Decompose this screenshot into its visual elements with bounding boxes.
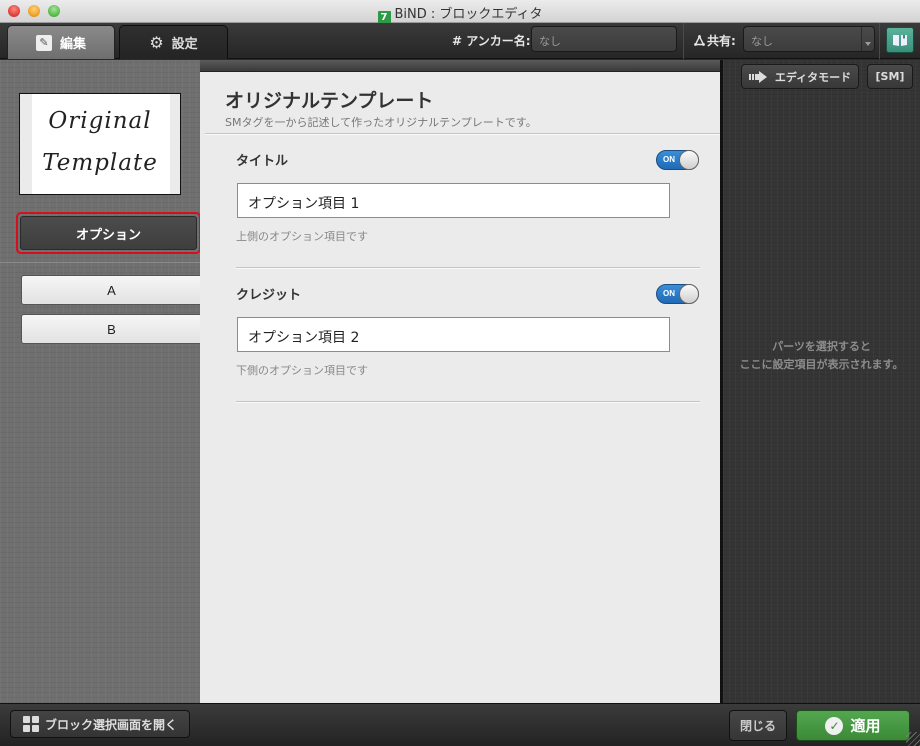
credit-toggle[interactable]: ON xyxy=(656,284,699,304)
title-bar: 7 BiND : ブロックエディタ xyxy=(0,0,920,25)
section-label: クレジット xyxy=(236,288,302,303)
grid-icon xyxy=(22,716,39,732)
credit-input[interactable]: オプション項目 2 xyxy=(237,317,670,352)
window-title: BiND : ブロックエディタ xyxy=(394,7,543,22)
part-item-b[interactable]: B xyxy=(21,314,201,344)
resize-grip[interactable] xyxy=(906,732,920,746)
message-line-1: パーツを選択すると xyxy=(772,340,871,353)
title-divider xyxy=(205,133,720,135)
editor-mode-label: エディタモード xyxy=(774,70,852,84)
thumbnail-text-line2: Template xyxy=(42,150,158,176)
share-select-value: なし xyxy=(751,35,773,48)
center-top-strip xyxy=(200,60,720,72)
open-block-select-button[interactable]: ブロック選択画面を開く xyxy=(10,710,190,738)
section-help: 下側のオプション項目です xyxy=(236,364,368,377)
chevron-down-icon xyxy=(861,27,874,51)
close-button[interactable]: 閉じる xyxy=(729,710,787,741)
panel-subtitle: SMタグを一から記述して作ったオリジナルテンプレートです。 xyxy=(225,116,537,129)
section-help: 上側のオプション項目です xyxy=(236,230,368,243)
toolbar-divider xyxy=(879,23,880,59)
gear-icon: ⚙ xyxy=(149,32,164,52)
book-icon xyxy=(893,35,907,46)
bottom-bar: ブロック選択画面を開く 閉じる ✓ 適用 xyxy=(0,703,920,746)
toggle-state: ON xyxy=(663,289,675,298)
template-thumbnail[interactable]: Original Template xyxy=(19,93,181,195)
share-label-text: 共有: xyxy=(707,34,736,48)
title-toggle[interactable]: ON xyxy=(656,150,699,170)
anchor-name-placeholder: なし xyxy=(539,35,561,48)
toggle-knob xyxy=(679,150,699,170)
toggle-knob xyxy=(679,284,699,304)
apply-label: 適用 xyxy=(850,717,881,735)
sm-button[interactable]: [SM] xyxy=(867,64,913,89)
tab-edit[interactable]: ✎ 編集 xyxy=(7,25,115,59)
manual-button[interactable] xyxy=(886,27,914,53)
editor-mode-button[interactable]: エディタモード xyxy=(741,64,859,89)
pencil-icon: ✎ xyxy=(35,34,52,51)
option-button-label: オプション xyxy=(20,216,197,250)
tab-edit-label: 編集 xyxy=(59,37,86,52)
part-item-a[interactable]: A xyxy=(21,275,201,305)
share-label: 共有: xyxy=(694,32,736,49)
apply-button[interactable]: ✓ 適用 xyxy=(796,710,910,741)
open-block-select-label: ブロック選択画面を開く xyxy=(44,717,177,732)
toggle-state: ON xyxy=(663,155,675,164)
title-input[interactable]: オプション項目 1 xyxy=(237,183,670,218)
message-line-2: ここに設定項目が表示されます。 xyxy=(739,358,904,371)
toolbar-divider xyxy=(683,23,684,59)
window-title-wrap: 7 BiND : ブロックエディタ xyxy=(0,3,920,25)
right-panel: エディタモード [SM] パーツを選択すると ここに設定項目が表示されます。 xyxy=(720,60,920,703)
options-panel: オリジナルテンプレート SMタグを一から記述して作ったオリジナルテンプレートです… xyxy=(200,72,720,703)
empty-selection-message: パーツを選択すると ここに設定項目が表示されます。 xyxy=(723,338,920,374)
section-label: タイトル xyxy=(236,154,289,169)
left-panel: Original Template オプション A B xyxy=(0,60,201,703)
arrow-right-icon xyxy=(748,70,769,83)
check-icon: ✓ xyxy=(825,716,844,735)
tab-settings[interactable]: ⚙ 設定 xyxy=(119,25,228,59)
option-button[interactable]: オプション xyxy=(16,212,201,254)
toolbar: ✎ 編集 ⚙ 設定 # アンカー名: なし 共有: なし xyxy=(0,23,920,59)
section-divider xyxy=(236,401,700,403)
thumbnail-text-line1: Original xyxy=(48,108,152,134)
share-select[interactable]: なし xyxy=(743,26,875,52)
section-divider xyxy=(236,267,700,269)
left-divider xyxy=(0,262,200,263)
share-icon xyxy=(694,34,705,46)
anchor-name-label: # アンカー名: xyxy=(452,34,531,48)
panel-title: オリジナルテンプレート xyxy=(225,90,434,112)
block-editor-window: 7 BiND : ブロックエディタ ✎ 編集 ⚙ 設定 # アンカー名: なし 共… xyxy=(0,0,920,746)
anchor-name-input[interactable]: なし xyxy=(531,26,677,52)
tab-settings-label: 設定 xyxy=(171,37,198,52)
